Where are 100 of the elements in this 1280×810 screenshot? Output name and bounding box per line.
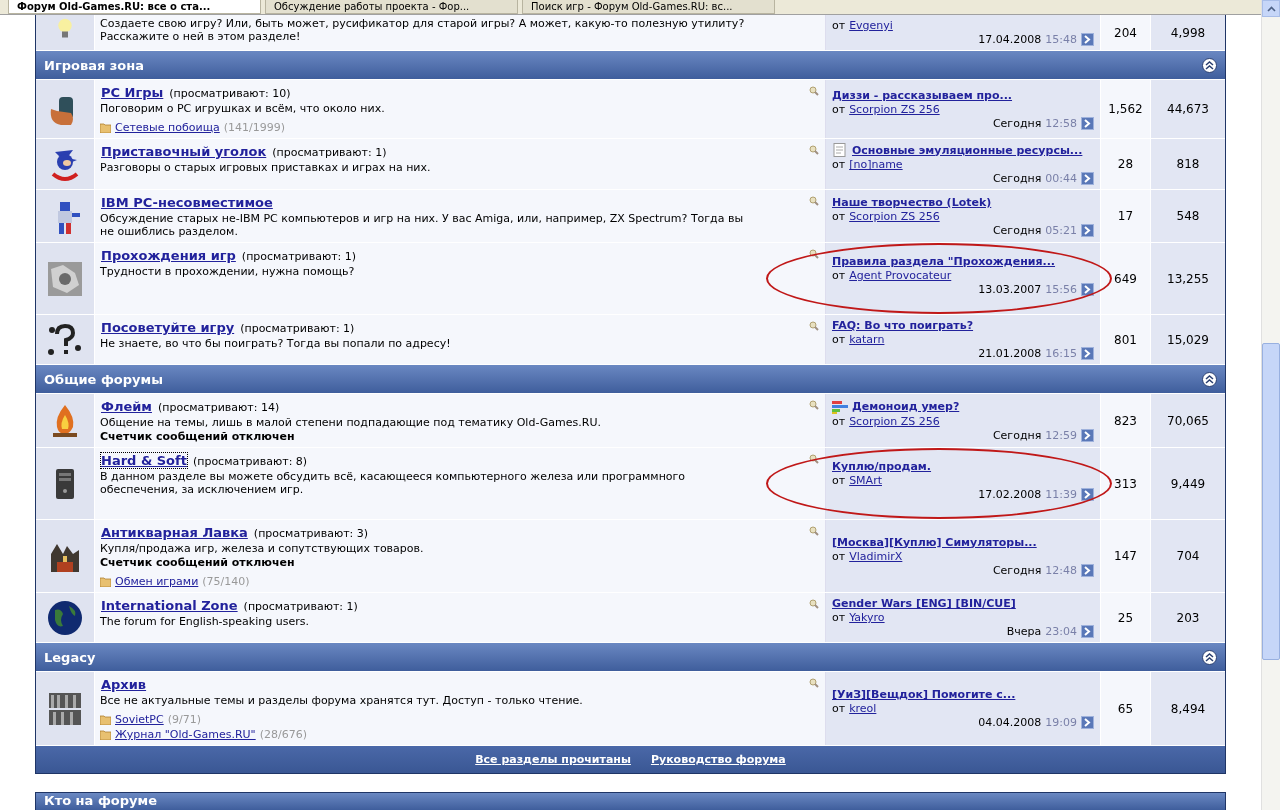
- author-link[interactable]: Scorpion ZS 256: [849, 102, 940, 116]
- last-post-link[interactable]: [Москва][Куплю] Симуляторы...: [832, 535, 1037, 549]
- folder-icon: [100, 714, 111, 725]
- go-to-last-post-button[interactable]: [1081, 716, 1094, 729]
- forum-title-link[interactable]: PC Игры: [100, 84, 165, 101]
- author-link[interactable]: Yakyro: [849, 611, 885, 624]
- subforum-link[interactable]: Обмен играми: [115, 575, 199, 588]
- scrollbar-thumb[interactable]: [1262, 343, 1280, 660]
- forum-description: Не знаете, во что бы поиграть? Тогда вы попали по адресу!: [100, 337, 452, 350]
- footer-link[interactable]: Все разделы прочитаны: [475, 753, 631, 766]
- by-label: от: [832, 414, 846, 428]
- author-link[interactable]: katarn: [849, 333, 885, 346]
- subforum-link[interactable]: Журнал "Old-Games.RU": [115, 728, 256, 741]
- forum-note: Счетчик сообщений отключен: [100, 556, 296, 569]
- author-link[interactable]: Agent Provocateur: [849, 269, 952, 282]
- post-date: Сегодня: [992, 223, 1042, 237]
- viewers-count: (просматривают: 10): [169, 87, 291, 100]
- by-label: от: [832, 19, 846, 32]
- post-date: 04.04.2008: [978, 716, 1042, 729]
- search-icon[interactable]: [809, 678, 819, 688]
- forum-title-link[interactable]: Прохождения игр: [100, 247, 237, 264]
- forum-title-link[interactable]: Антикварная Лавка: [100, 524, 249, 541]
- thread-count: 25: [1101, 593, 1151, 642]
- post-time: 12:59: [1045, 428, 1077, 442]
- last-post-link[interactable]: Демоноид умер?: [852, 400, 960, 413]
- search-icon[interactable]: [809, 196, 819, 206]
- search-icon[interactable]: [809, 454, 819, 464]
- go-to-last-post-button[interactable]: [1081, 488, 1094, 501]
- forum-title-link[interactable]: Флейм: [100, 398, 153, 415]
- search-icon[interactable]: [809, 86, 819, 96]
- go-to-last-post-button[interactable]: [1081, 223, 1094, 237]
- forum-title-link[interactable]: Архив: [100, 676, 148, 693]
- last-post-link[interactable]: Наше творчество (Lotek): [832, 195, 992, 209]
- forum-title-link[interactable]: Hard & Soft: [100, 452, 188, 469]
- search-icon[interactable]: [809, 526, 819, 536]
- author-link[interactable]: Scorpion ZS 256: [849, 414, 940, 428]
- last-post-link[interactable]: Правила раздела "Прохождения...: [832, 255, 1056, 268]
- by-label: от: [832, 549, 846, 563]
- search-icon[interactable]: [809, 321, 819, 331]
- search-icon[interactable]: [809, 400, 819, 410]
- go-to-last-post-button[interactable]: [1081, 428, 1094, 442]
- post-count: 704: [1151, 520, 1225, 592]
- forum-description: Обсуждение старых не-IBM PC компьютеров и игр на них. У вас Amiga, или, например, ZX Spectrum? Тогда вы не ошиблись разделом.: [100, 212, 745, 238]
- author-link[interactable]: Scorpion ZS 256: [849, 209, 940, 223]
- collapse-button[interactable]: [1202, 57, 1217, 73]
- post-time: 05:21: [1045, 223, 1077, 237]
- last-post-link[interactable]: Основные эмуляционные ресурсы...: [852, 143, 1083, 157]
- browser-tab[interactable]: Форум Old-Games.RU: все о ста...: [8, 0, 261, 14]
- search-icon[interactable]: [809, 249, 819, 259]
- subforum-count: (9/71): [167, 713, 201, 726]
- thread-count: 17: [1101, 190, 1151, 242]
- go-to-last-post-button[interactable]: [1081, 563, 1094, 577]
- last-post-link[interactable]: Куплю/продам.: [832, 460, 932, 473]
- viewers-count: (просматривают: 3): [253, 527, 369, 540]
- collapse-button[interactable]: [1202, 649, 1217, 665]
- search-icon[interactable]: [809, 599, 819, 609]
- forum-description: Поговорим о PC игрушках и всём, что около них.: [100, 102, 386, 115]
- author-link[interactable]: [no]name: [849, 158, 903, 171]
- forum-title-link[interactable]: International Zone: [100, 597, 239, 614]
- browser-tab[interactable]: Обсуждение работы проекта - Фор...: [265, 0, 518, 14]
- scroll-up-button[interactable]: [1262, 0, 1280, 17]
- go-to-last-post-button[interactable]: [1081, 283, 1094, 296]
- post-count: 44,673: [1151, 80, 1225, 138]
- search-icon[interactable]: [809, 145, 819, 155]
- last-post-link[interactable]: FAQ: Во что поиграть?: [832, 319, 974, 332]
- go-to-last-post-button[interactable]: [1081, 347, 1094, 360]
- by-label: от: [832, 209, 846, 223]
- forum-description: Создаете свою игру? Или, быть может, русификатор для старой игры? А может, какую-то полезную утилиту? Расскажите о ней в этом разделе!: [100, 17, 746, 43]
- forum-title-link[interactable]: Приставочный уголок: [100, 143, 268, 160]
- subforum-link[interactable]: SovietPC: [115, 713, 164, 726]
- by-label: от: [832, 702, 846, 715]
- footer-link[interactable]: Руководство форума: [650, 753, 786, 766]
- thread-count: 313: [1101, 448, 1151, 519]
- forum-description: Все не актуальные темы и разделы форума хранятся тут. Доступ - только чтение.: [100, 694, 584, 707]
- viewers-count: (просматривают: 14): [157, 401, 280, 414]
- scrollbar[interactable]: [1261, 0, 1280, 810]
- thread-count: 823: [1101, 394, 1151, 447]
- post-time: 23:04: [1045, 625, 1077, 638]
- author-link[interactable]: SMArt: [849, 474, 882, 487]
- thread-count: 801: [1101, 315, 1151, 364]
- go-to-last-post-button[interactable]: [1081, 33, 1094, 46]
- by-label: от: [832, 474, 846, 487]
- last-post-link[interactable]: Диззи - рассказываем про...: [832, 88, 1013, 102]
- post-date: Вчера: [1006, 625, 1042, 638]
- author-link[interactable]: kreol: [849, 702, 877, 715]
- collapse-button[interactable]: [1202, 371, 1217, 387]
- by-label: от: [832, 102, 846, 116]
- forum-title-link[interactable]: IBM PC-несовместимое: [100, 194, 274, 211]
- last-post-link[interactable]: Gender Wars [ENG] [BIN/CUE]: [832, 597, 1016, 610]
- go-to-last-post-button[interactable]: [1081, 172, 1094, 185]
- subforum-link[interactable]: Сетевые побоища: [115, 121, 220, 134]
- last-post-link[interactable]: [УиЗ][Вещдок] Помогите с...: [832, 688, 1016, 701]
- go-to-last-post-button[interactable]: [1081, 116, 1094, 130]
- category-title: Игровая зона: [44, 57, 145, 73]
- go-to-last-post-button[interactable]: [1081, 625, 1094, 638]
- author-link[interactable]: Evgenyi: [849, 19, 893, 32]
- author-link[interactable]: VladimirX: [849, 549, 903, 563]
- viewers-count: (просматривают: 1): [272, 146, 387, 159]
- forum-title-link[interactable]: Посоветуйте игру: [100, 319, 236, 336]
- browser-tab[interactable]: Поиск игр - Форум Old-Games.RU: вс...: [522, 0, 775, 14]
